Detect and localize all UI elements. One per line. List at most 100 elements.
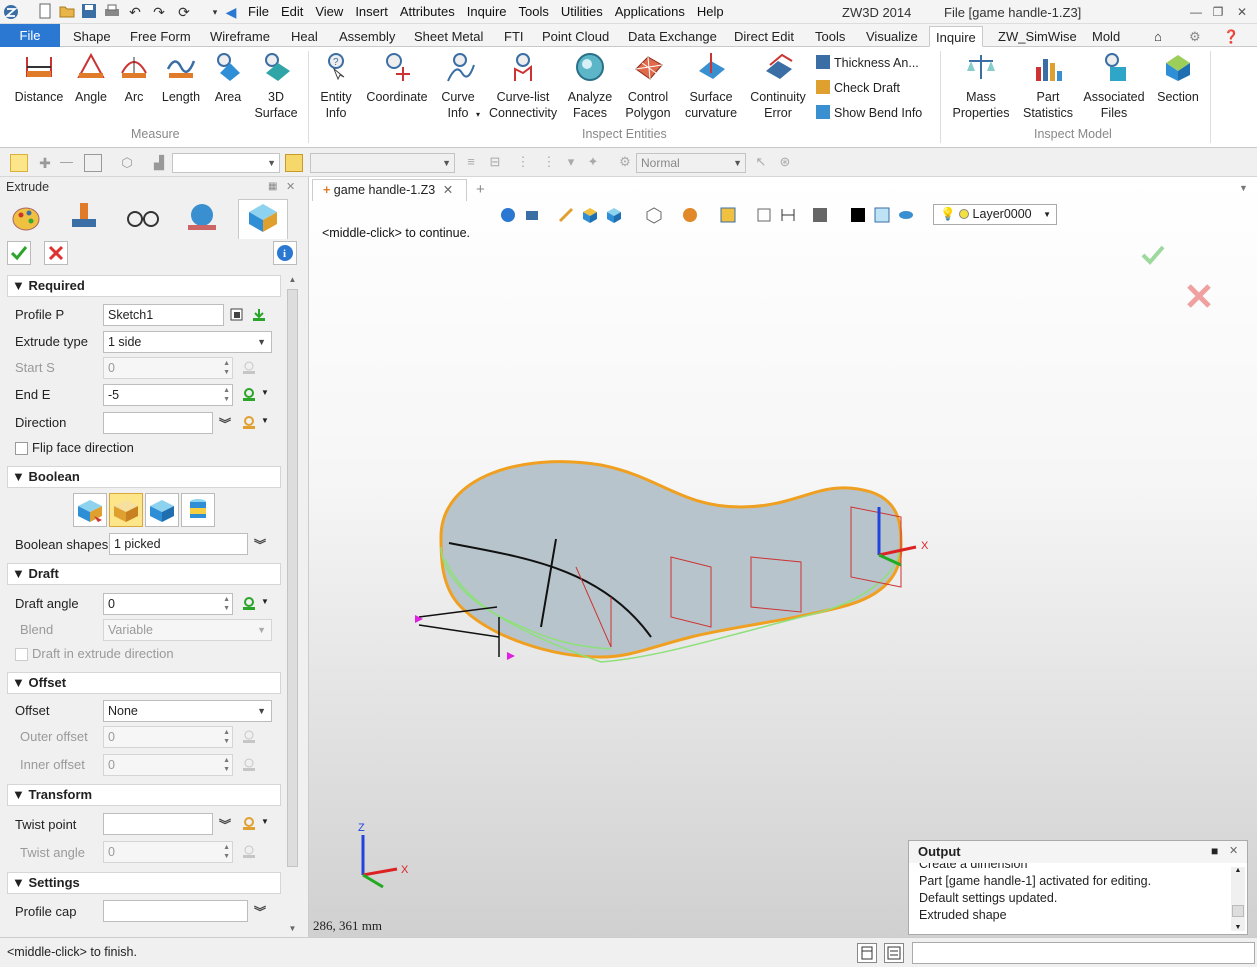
3d-surface-button[interactable]: 3D Surface <box>252 51 300 121</box>
boolean-base-button[interactable] <box>73 493 107 527</box>
twist-angle-field[interactable]: 0 ▲ ▼ <box>103 841 233 863</box>
color-light-icon[interactable] <box>873 206 891 224</box>
part-statistics-button[interactable]: Part Statistics <box>1020 51 1076 121</box>
pick-through-icon[interactable]: ⊛ <box>776 154 794 172</box>
end-pick-icon[interactable] <box>241 387 257 403</box>
lock-icon[interactable]: ⊟ <box>486 154 504 172</box>
curve-list-connectivity-button[interactable]: Curve-list Connectivity <box>488 51 558 121</box>
scene-icon[interactable] <box>719 206 737 224</box>
entity-filter-combo[interactable]: ▼ <box>310 153 455 173</box>
draft-direction-checkbox[interactable] <box>15 648 28 661</box>
restore-icon[interactable]: ❐ <box>1208 3 1228 21</box>
length-button[interactable]: Length <box>158 51 204 105</box>
new-file-icon[interactable] <box>36 3 54 21</box>
filter-icon[interactable]: ▟ <box>150 154 168 172</box>
settings-section-header[interactable]: ▼ Settings <box>7 872 281 894</box>
outer-offset-pick-icon[interactable] <box>241 729 257 745</box>
tab-zw-simwise[interactable]: ZW_SimWise <box>992 26 1083 47</box>
menu-tools[interactable]: Tools <box>513 4 555 19</box>
tab-feature[interactable] <box>238 199 288 239</box>
boolean-section-header[interactable]: ▼ Boolean <box>7 466 281 488</box>
save-icon[interactable] <box>80 3 98 21</box>
tab-inquire[interactable]: Inquire <box>929 26 983 47</box>
output-close-icon[interactable]: ✕ <box>1229 844 1238 857</box>
info-button[interactable]: i <box>273 241 297 265</box>
pick-box-icon[interactable] <box>84 154 102 172</box>
menu-edit[interactable]: Edit <box>275 4 309 19</box>
curve-info-button[interactable]: Curve Info ▾ <box>436 51 484 123</box>
help-icon[interactable]: ❓ <box>1217 26 1245 47</box>
pick-point-icon[interactable]: ✚ <box>36 154 54 172</box>
ok-button[interactable] <box>7 241 31 265</box>
entity-info-button[interactable]: ? Entity Info <box>314 51 358 121</box>
boolean-remove-button[interactable] <box>145 493 179 527</box>
boolean-shapes-expand-icon[interactable]: ︾ <box>254 536 266 553</box>
document-tab[interactable]: + game handle-1.Z3 ✕ <box>312 179 467 201</box>
extrude-type-select[interactable]: 1 side ▼ <box>103 331 272 353</box>
undo-icon[interactable]: ↶ <box>126 3 144 21</box>
filter-combo[interactable]: ▼ <box>172 153 280 173</box>
layer-visibility-icon[interactable] <box>897 206 915 224</box>
control-polygon-button[interactable]: Control Polygon <box>620 51 676 121</box>
new-tab-icon[interactable]: + <box>476 181 485 198</box>
pick-line-icon[interactable]: — <box>60 154 78 172</box>
draft-angle-pick-icon[interactable] <box>241 596 257 612</box>
shaded-view-icon[interactable] <box>581 206 599 224</box>
profile-field[interactable]: Sketch1 <box>103 304 224 326</box>
curve-info-dropdown-icon[interactable]: ▾ <box>476 110 480 119</box>
tab-assembly[interactable]: Assembly <box>333 26 401 47</box>
app-logo-icon[interactable] <box>2 3 20 21</box>
tab-list-dropdown-icon[interactable]: ▼ <box>1239 183 1248 193</box>
panel-close-icon[interactable]: ✕ <box>286 180 295 193</box>
tab-mold[interactable]: Mold <box>1086 26 1126 47</box>
minimize-icon[interactable]: — <box>1186 3 1206 21</box>
menu-insert[interactable]: Insert <box>349 4 394 19</box>
inner-offset-field[interactable]: 0 ▲ ▼ <box>103 754 233 776</box>
command-input[interactable] <box>912 942 1255 964</box>
start-pick-icon[interactable] <box>241 360 257 376</box>
tab-free-form[interactable]: Free Form <box>124 26 197 47</box>
view-fit-icon[interactable] <box>499 206 517 224</box>
panel-pin-icon[interactable]: ▦ <box>268 181 277 192</box>
tab-data-exchange[interactable]: Data Exchange <box>622 26 723 47</box>
scrollbar-thumb[interactable] <box>287 289 298 867</box>
profile-options-icon[interactable] <box>229 307 245 323</box>
profile-cap-expand-icon[interactable]: ︾ <box>254 903 266 920</box>
panel-scrollbar[interactable]: ▲ ▼ <box>285 275 300 933</box>
twist-point-field[interactable] <box>103 813 213 835</box>
tab-shape[interactable]: Shape <box>67 26 117 47</box>
cancel-button[interactable] <box>44 241 68 265</box>
offset-section-header[interactable]: ▼ Offset <box>7 672 281 694</box>
grid-icon[interactable]: ⋮ <box>540 154 558 172</box>
tab-sphere[interactable] <box>180 199 224 239</box>
angle-button[interactable]: Angle <box>70 51 112 105</box>
area-button[interactable]: Area <box>208 51 248 105</box>
cursor-icon[interactable]: ↖ <box>752 154 770 172</box>
start-field[interactable]: 0 ▲ ▼ <box>103 357 233 379</box>
show-bend-info-button[interactable]: Show Bend Info <box>816 104 922 122</box>
twist-point-options-dropdown-icon[interactable]: ▼ <box>261 817 269 826</box>
status-list-icon[interactable] <box>884 943 904 963</box>
profile-cap-field[interactable] <box>103 900 248 922</box>
box-view-icon[interactable] <box>605 206 623 224</box>
menu-inquire[interactable]: Inquire <box>461 4 513 19</box>
smart-pick-icon[interactable] <box>285 154 303 172</box>
redo-icon[interactable]: ↷ <box>150 3 168 21</box>
settings-gear-icon[interactable]: ⚙ <box>1183 26 1207 47</box>
associated-files-button[interactable]: Associated Files <box>1080 51 1148 121</box>
tab-point-cloud[interactable]: Point Cloud <box>536 26 615 47</box>
menu-help[interactable]: Help <box>691 4 730 19</box>
status-view-icon[interactable] <box>857 943 877 963</box>
output-scrollbar-thumb[interactable] <box>1232 905 1244 917</box>
collapse-ribbon-icon[interactable]: ⌂ <box>1148 26 1168 47</box>
close-icon[interactable]: ✕ <box>1232 3 1252 21</box>
tab-visualize[interactable]: Visualize <box>860 26 924 47</box>
boolean-shapes-field[interactable]: 1 picked <box>109 533 248 555</box>
menu-applications[interactable]: Applications <box>609 4 691 19</box>
tab-heal[interactable]: Heal <box>285 26 324 47</box>
menu-utilities[interactable]: Utilities <box>555 4 609 19</box>
twist-angle-pick-icon[interactable] <box>241 844 257 860</box>
align-icon[interactable]: ≡ <box>462 154 480 172</box>
outer-offset-field[interactable]: 0 ▲ ▼ <box>103 726 233 748</box>
direction-pick-icon[interactable] <box>241 415 257 431</box>
